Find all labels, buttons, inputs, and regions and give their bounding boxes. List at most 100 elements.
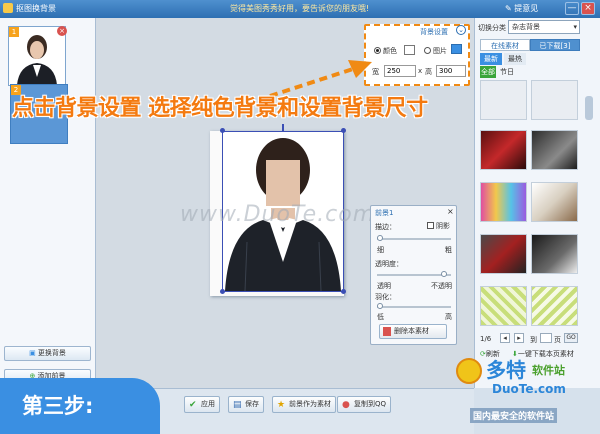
promo-link[interactable]: 觉得美图秀秀好用，要告诉您的朋友哦! — [230, 3, 369, 14]
slider-knob[interactable] — [377, 235, 383, 241]
layer-number-badge: 1 — [9, 27, 19, 37]
shadow-label: 阴影 — [436, 222, 450, 230]
material-thumbnail[interactable] — [531, 286, 578, 326]
opacity-slider[interactable] — [377, 274, 451, 276]
tab-downloaded[interactable]: 已下载[3] — [530, 39, 580, 51]
prev-page-button[interactable]: ◂ — [500, 333, 510, 343]
watermark-text: www.DuoTe.com — [180, 202, 376, 227]
resize-handle[interactable] — [341, 128, 346, 133]
feedback-label: 提意见 — [514, 4, 539, 13]
brand-mascot-icon — [456, 358, 482, 384]
material-thumbnail[interactable] — [531, 182, 578, 222]
opacity-label: 透明度： — [375, 260, 403, 268]
brand-sub: 软件站 — [532, 364, 565, 377]
next-page-button[interactable]: ▸ — [514, 333, 524, 343]
go-button[interactable]: GO — [564, 333, 578, 343]
background-settings-popup: 背景设置 ⌄ 颜色 图片 宽 x 高 — [364, 24, 470, 86]
apply-button[interactable]: ✔ 应用 — [184, 396, 220, 413]
image-icon: ▣ — [29, 349, 38, 357]
filter-all[interactable]: 全部 — [480, 66, 496, 78]
resize-handle[interactable] — [220, 289, 225, 294]
window-title: 抠图换背景 — [16, 4, 56, 13]
page-input[interactable] — [540, 333, 552, 343]
chevron-down-icon: ▾ — [573, 23, 577, 31]
image-radio[interactable] — [424, 47, 431, 54]
brand-name: 多特 — [486, 358, 526, 382]
copy-to-qq-label: 复制到QQ — [354, 400, 387, 408]
height-input[interactable] — [436, 65, 466, 77]
material-thumbnail[interactable] — [480, 80, 527, 120]
width-input[interactable] — [384, 65, 416, 77]
low-label: 低 — [377, 313, 384, 321]
outline-label: 描边： — [375, 223, 396, 231]
brand-url: DuoTe.com — [492, 382, 566, 396]
resize-handle[interactable] — [341, 289, 346, 294]
scrollbar-thumb[interactable] — [585, 96, 593, 120]
material-thumbnail[interactable] — [531, 80, 578, 120]
tab-hot[interactable]: 最热 — [504, 53, 526, 65]
apply-label: 应用 — [201, 400, 215, 408]
duote-logo: 多特 软件站 DuoTe.com 国内最安全的软件站 — [456, 352, 600, 434]
background-settings-title: 背景设置 — [420, 28, 448, 36]
chevron-down-icon[interactable]: ⌄ — [456, 25, 466, 35]
transparent-label: 透明 — [377, 282, 391, 290]
filter-holiday[interactable]: 节日 — [498, 66, 516, 78]
step-label: 第三步: — [0, 378, 160, 434]
image-label: 图片 — [433, 47, 447, 55]
app-icon — [3, 3, 13, 13]
qq-icon: ● — [342, 400, 350, 410]
page-label: 页 — [554, 336, 561, 344]
goto-label: 到 — [530, 336, 537, 344]
material-thumbnail[interactable] — [531, 234, 578, 274]
page-indicator: 1/6 — [480, 335, 492, 343]
tab-online-materials[interactable]: 在线素材 — [480, 39, 530, 51]
shadow-checkbox[interactable] — [427, 222, 434, 229]
save-as-material-label: 前景作为素材 — [289, 400, 331, 408]
category-value: 杂志背景 — [512, 23, 540, 31]
rotate-handle[interactable] — [282, 124, 284, 131]
trash-icon — [383, 327, 391, 336]
panel-title: 前景1 — [375, 209, 394, 217]
save-button[interactable]: ▤ 保存 — [228, 396, 264, 413]
high-label: 高 — [445, 313, 452, 321]
save-icon: ▤ — [233, 400, 242, 410]
color-swatch[interactable] — [404, 45, 415, 55]
minimize-button[interactable]: — — [565, 2, 579, 15]
copy-to-qq-button[interactable]: ● 复制到QQ — [337, 396, 392, 413]
thin-label: 细 — [377, 246, 384, 254]
delete-material-button[interactable]: 删除本素材 — [379, 324, 447, 339]
resize-handle[interactable] — [220, 128, 225, 133]
delete-material-label: 删除本素材 — [394, 327, 429, 335]
color-label: 颜色 — [383, 47, 397, 55]
dimension-separator: x — [418, 67, 423, 75]
material-thumbnail[interactable] — [480, 130, 527, 170]
thick-label: 粗 — [445, 246, 452, 254]
instruction-headline: 点击背景设置 选择纯色背景和设置背景尺寸 — [12, 96, 428, 121]
color-radio[interactable] — [374, 47, 381, 54]
save-as-material-button[interactable]: ★ 前景作为素材 — [272, 396, 336, 413]
height-label: 高 — [425, 68, 432, 76]
close-icon[interactable]: × — [447, 207, 454, 216]
slider-knob[interactable] — [441, 271, 447, 277]
image-picker-icon[interactable] — [451, 44, 462, 54]
feather-slider[interactable] — [377, 306, 451, 308]
material-thumbnail[interactable] — [531, 130, 578, 170]
brand-slogan: 国内最安全的软件站 — [470, 408, 558, 423]
category-select[interactable]: 杂志背景 ▾ — [508, 20, 580, 34]
material-thumbnail[interactable] — [480, 234, 527, 274]
change-background-label: 更换背景 — [37, 349, 66, 357]
remove-layer-icon[interactable]: × — [57, 26, 67, 36]
slider-knob[interactable] — [377, 303, 383, 309]
material-thumbnail[interactable] — [480, 286, 527, 326]
feedback-link[interactable]: ✎ 提意见 — [505, 3, 538, 14]
star-icon: ★ — [277, 400, 286, 410]
category-label: 切换分类 — [478, 24, 506, 32]
tab-latest[interactable]: 最新 — [480, 53, 502, 65]
foreground-properties-panel: 前景1 × 描边： 阴影 细 粗 透明度： 透明 不透明 羽化： 低 高 删除本… — [370, 205, 457, 345]
outline-slider[interactable] — [377, 238, 451, 240]
change-background-button[interactable]: ▣ 更换背景 — [4, 346, 91, 361]
save-label: 保存 — [245, 400, 259, 408]
feather-label: 羽化： — [375, 293, 396, 301]
material-thumbnail[interactable] — [480, 182, 527, 222]
close-button[interactable]: × — [581, 2, 595, 15]
